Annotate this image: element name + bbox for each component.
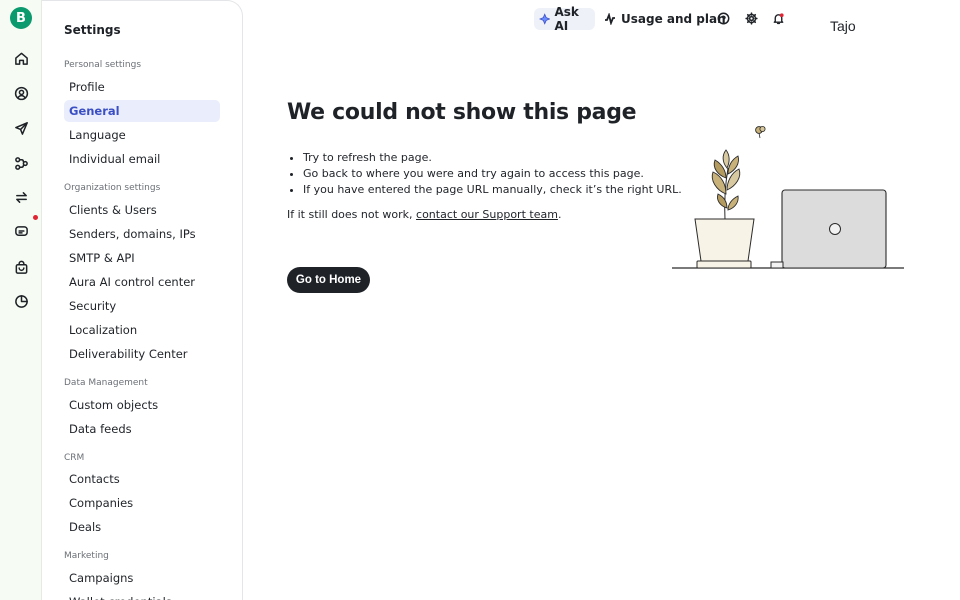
nav-item-custom-objects[interactable]: Custom objects — [64, 394, 220, 416]
nav-item-aura-ai[interactable]: Aura AI control center — [64, 271, 220, 293]
usage-plan-label: Usage and plan — [621, 12, 726, 26]
gear-icon[interactable] — [744, 11, 758, 25]
section-label-organization: Organization settings — [64, 183, 161, 193]
nav-item-security[interactable]: Security — [64, 295, 220, 317]
sync-icon[interactable] — [13, 189, 29, 205]
send-icon[interactable] — [13, 120, 29, 136]
nav-item-wallet-credentials[interactable]: Wallet credentials — [64, 591, 220, 600]
section-label-crm: CRM — [64, 453, 85, 463]
section-label-marketing: Marketing — [64, 551, 109, 561]
notification-dot — [33, 215, 38, 220]
help-icon[interactable] — [716, 11, 730, 25]
brand-logo[interactable]: B — [10, 7, 32, 29]
home-icon[interactable] — [13, 50, 29, 66]
nav-item-campaigns[interactable]: Campaigns — [64, 567, 220, 589]
shop-icon[interactable] — [13, 259, 29, 275]
nav-item-localization[interactable]: Localization — [64, 319, 220, 341]
logo-letter: B — [16, 10, 26, 26]
nav-item-senders[interactable]: Senders, domains, IPs — [64, 223, 220, 245]
nav-item-smtp-api[interactable]: SMTP & API — [64, 247, 220, 269]
panel-title: Settings — [64, 23, 121, 37]
app-rail: B — [0, 0, 42, 600]
flower-icon — [755, 126, 766, 139]
tip-go-back: Go back to where you were and try again … — [303, 166, 682, 182]
nav-item-general[interactable]: General — [64, 100, 220, 122]
ask-ai-button[interactable]: Ask AI — [534, 5, 595, 33]
nav-item-companies[interactable]: Companies — [64, 492, 220, 514]
section-label-data-management: Data Management — [64, 378, 148, 388]
nav-item-deals[interactable]: Deals — [64, 516, 220, 538]
nav-item-contacts[interactable]: Contacts — [64, 468, 220, 490]
automation-icon[interactable] — [13, 155, 29, 171]
support-suffix: . — [557, 208, 562, 221]
support-message: If it still does not work, contact our S… — [287, 208, 561, 221]
nav-item-profile[interactable]: Profile — [64, 76, 220, 98]
activity-icon — [605, 13, 615, 25]
plant-icon — [711, 149, 741, 221]
nav-item-deliverability[interactable]: Deliverability Center — [64, 343, 220, 365]
tip-refresh: Try to refresh the page. — [303, 150, 682, 166]
contacts-icon[interactable] — [13, 85, 29, 101]
sparkle-icon — [539, 13, 551, 25]
section-label-personal: Personal settings — [64, 60, 142, 70]
conversations-icon[interactable] — [13, 223, 29, 239]
settings-panel: Settings Personal settings Profile Gener… — [42, 0, 243, 600]
error-illustration — [672, 126, 904, 269]
tips-list: Try to refresh the page. Go back to wher… — [303, 150, 682, 198]
support-link[interactable]: contact our Support team — [416, 208, 558, 221]
nav-item-language[interactable]: Language — [64, 124, 220, 146]
nav-item-clients-users[interactable]: Clients & Users — [64, 199, 220, 221]
go-home-button[interactable]: Go to Home — [287, 267, 370, 293]
page-title: We could not show this page — [287, 100, 637, 125]
support-prefix: If it still does not work, — [287, 208, 417, 221]
nav-item-data-feeds[interactable]: Data feeds — [64, 418, 220, 440]
reports-icon[interactable] — [13, 293, 29, 309]
pot-icon — [694, 218, 755, 269]
usage-plan-button[interactable]: Usage and plan — [604, 8, 726, 30]
user-name[interactable]: Tajo — [830, 18, 856, 34]
nav-item-individual-email[interactable]: Individual email — [64, 148, 220, 170]
bell-icon[interactable] — [771, 11, 785, 25]
laptop-icon — [770, 189, 887, 269]
tip-check-url: If you have entered the page URL manuall… — [303, 182, 682, 198]
ask-ai-label: Ask AI — [554, 5, 579, 33]
